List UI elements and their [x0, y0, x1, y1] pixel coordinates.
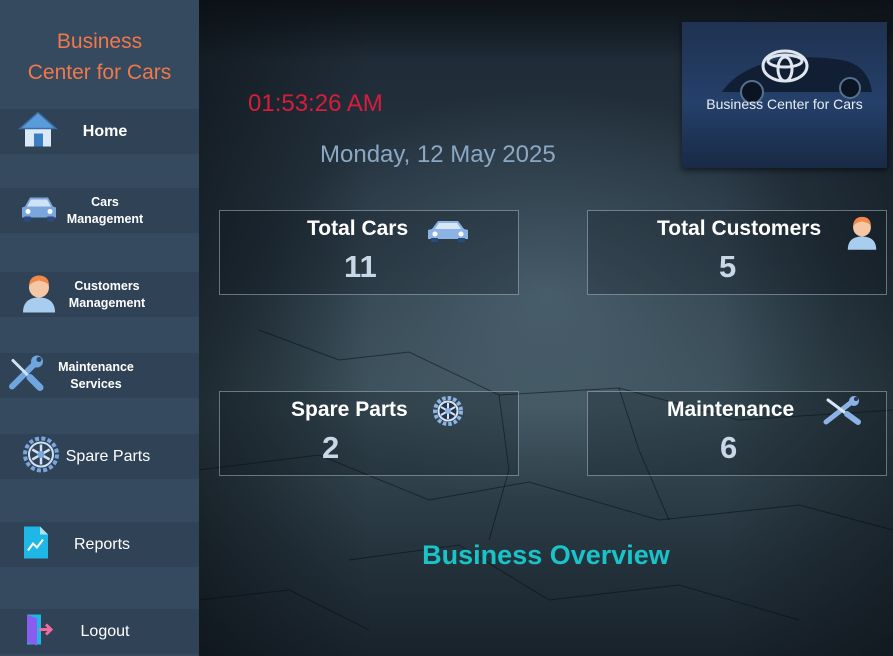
spare-parts-card: Spare Parts 2	[219, 391, 519, 476]
dashboard-main: 01:53:26 AM Monday, 12 May 2025 Business…	[199, 0, 893, 656]
gear-wheel-icon	[22, 435, 60, 478]
nav-cars-management-label: Cars Management	[66, 194, 144, 226]
nav-reports-button[interactable]: Reports	[0, 522, 199, 567]
nav-customers-management-label: Customers Management	[68, 278, 146, 310]
maintenance-card: Maintenance 6	[587, 391, 887, 476]
nav-customers-management-button[interactable]: Customers Management	[0, 272, 199, 317]
report-document-icon	[23, 525, 49, 564]
toyota-car-logo-icon	[722, 49, 872, 104]
car-icon	[427, 219, 469, 248]
app-brand-title: Business Center for Cars	[0, 26, 199, 88]
house-icon	[18, 109, 58, 154]
nav-reports-label: Reports	[73, 535, 131, 553]
company-logo-banner: Business Center for Cars	[682, 22, 887, 168]
total-customers-card: Total Customers 5	[587, 210, 887, 295]
nav-cars-management-button[interactable]: Cars Management	[0, 188, 199, 233]
nav-logout-label: Logout	[80, 622, 130, 640]
nav-spare-parts-button[interactable]: Spare Parts	[0, 434, 199, 479]
nav-logout-button[interactable]: Logout	[0, 609, 199, 654]
gear-wheel-icon	[426, 396, 470, 431]
nav-maintenance-services-button[interactable]: Maintenance Services	[0, 353, 199, 398]
wrench-screwdriver-icon	[5, 353, 45, 398]
brand-line-2: Center for Cars	[27, 61, 172, 84]
sidebar: Business Center for Cars Home Cars Manag…	[0, 0, 199, 656]
total-cars-title: Total Cars	[307, 217, 409, 240]
nav-home-button[interactable]: Home	[0, 109, 199, 154]
maintenance-title: Maintenance	[667, 398, 795, 421]
total-customers-title: Total Customers	[657, 217, 822, 240]
total-cars-value: 11	[344, 249, 377, 284]
clock-time: 01:53:26 AM	[248, 90, 383, 117]
spare-parts-value: 2	[322, 430, 340, 465]
total-customers-value: 5	[719, 249, 737, 284]
current-date: Monday, 12 May 2025	[320, 141, 556, 168]
business-overview-heading: Business Overview	[422, 540, 670, 570]
total-cars-card: Total Cars 11	[219, 210, 519, 295]
wrench-screwdriver-icon	[820, 395, 864, 432]
car-icon	[20, 194, 58, 227]
nav-home-label: Home	[82, 122, 128, 140]
logo-caption: Business Center for Cars	[706, 96, 863, 112]
brand-line-1: Business	[56, 30, 143, 53]
nav-maintenance-services-label: Maintenance Services	[58, 359, 134, 391]
customer-avatar-icon	[21, 272, 57, 317]
maintenance-value: 6	[720, 430, 738, 465]
logout-door-icon	[25, 612, 54, 651]
spare-parts-title: Spare Parts	[291, 398, 408, 421]
nav-spare-parts-label: Spare Parts	[65, 447, 151, 465]
customer-avatar-icon	[846, 214, 878, 255]
